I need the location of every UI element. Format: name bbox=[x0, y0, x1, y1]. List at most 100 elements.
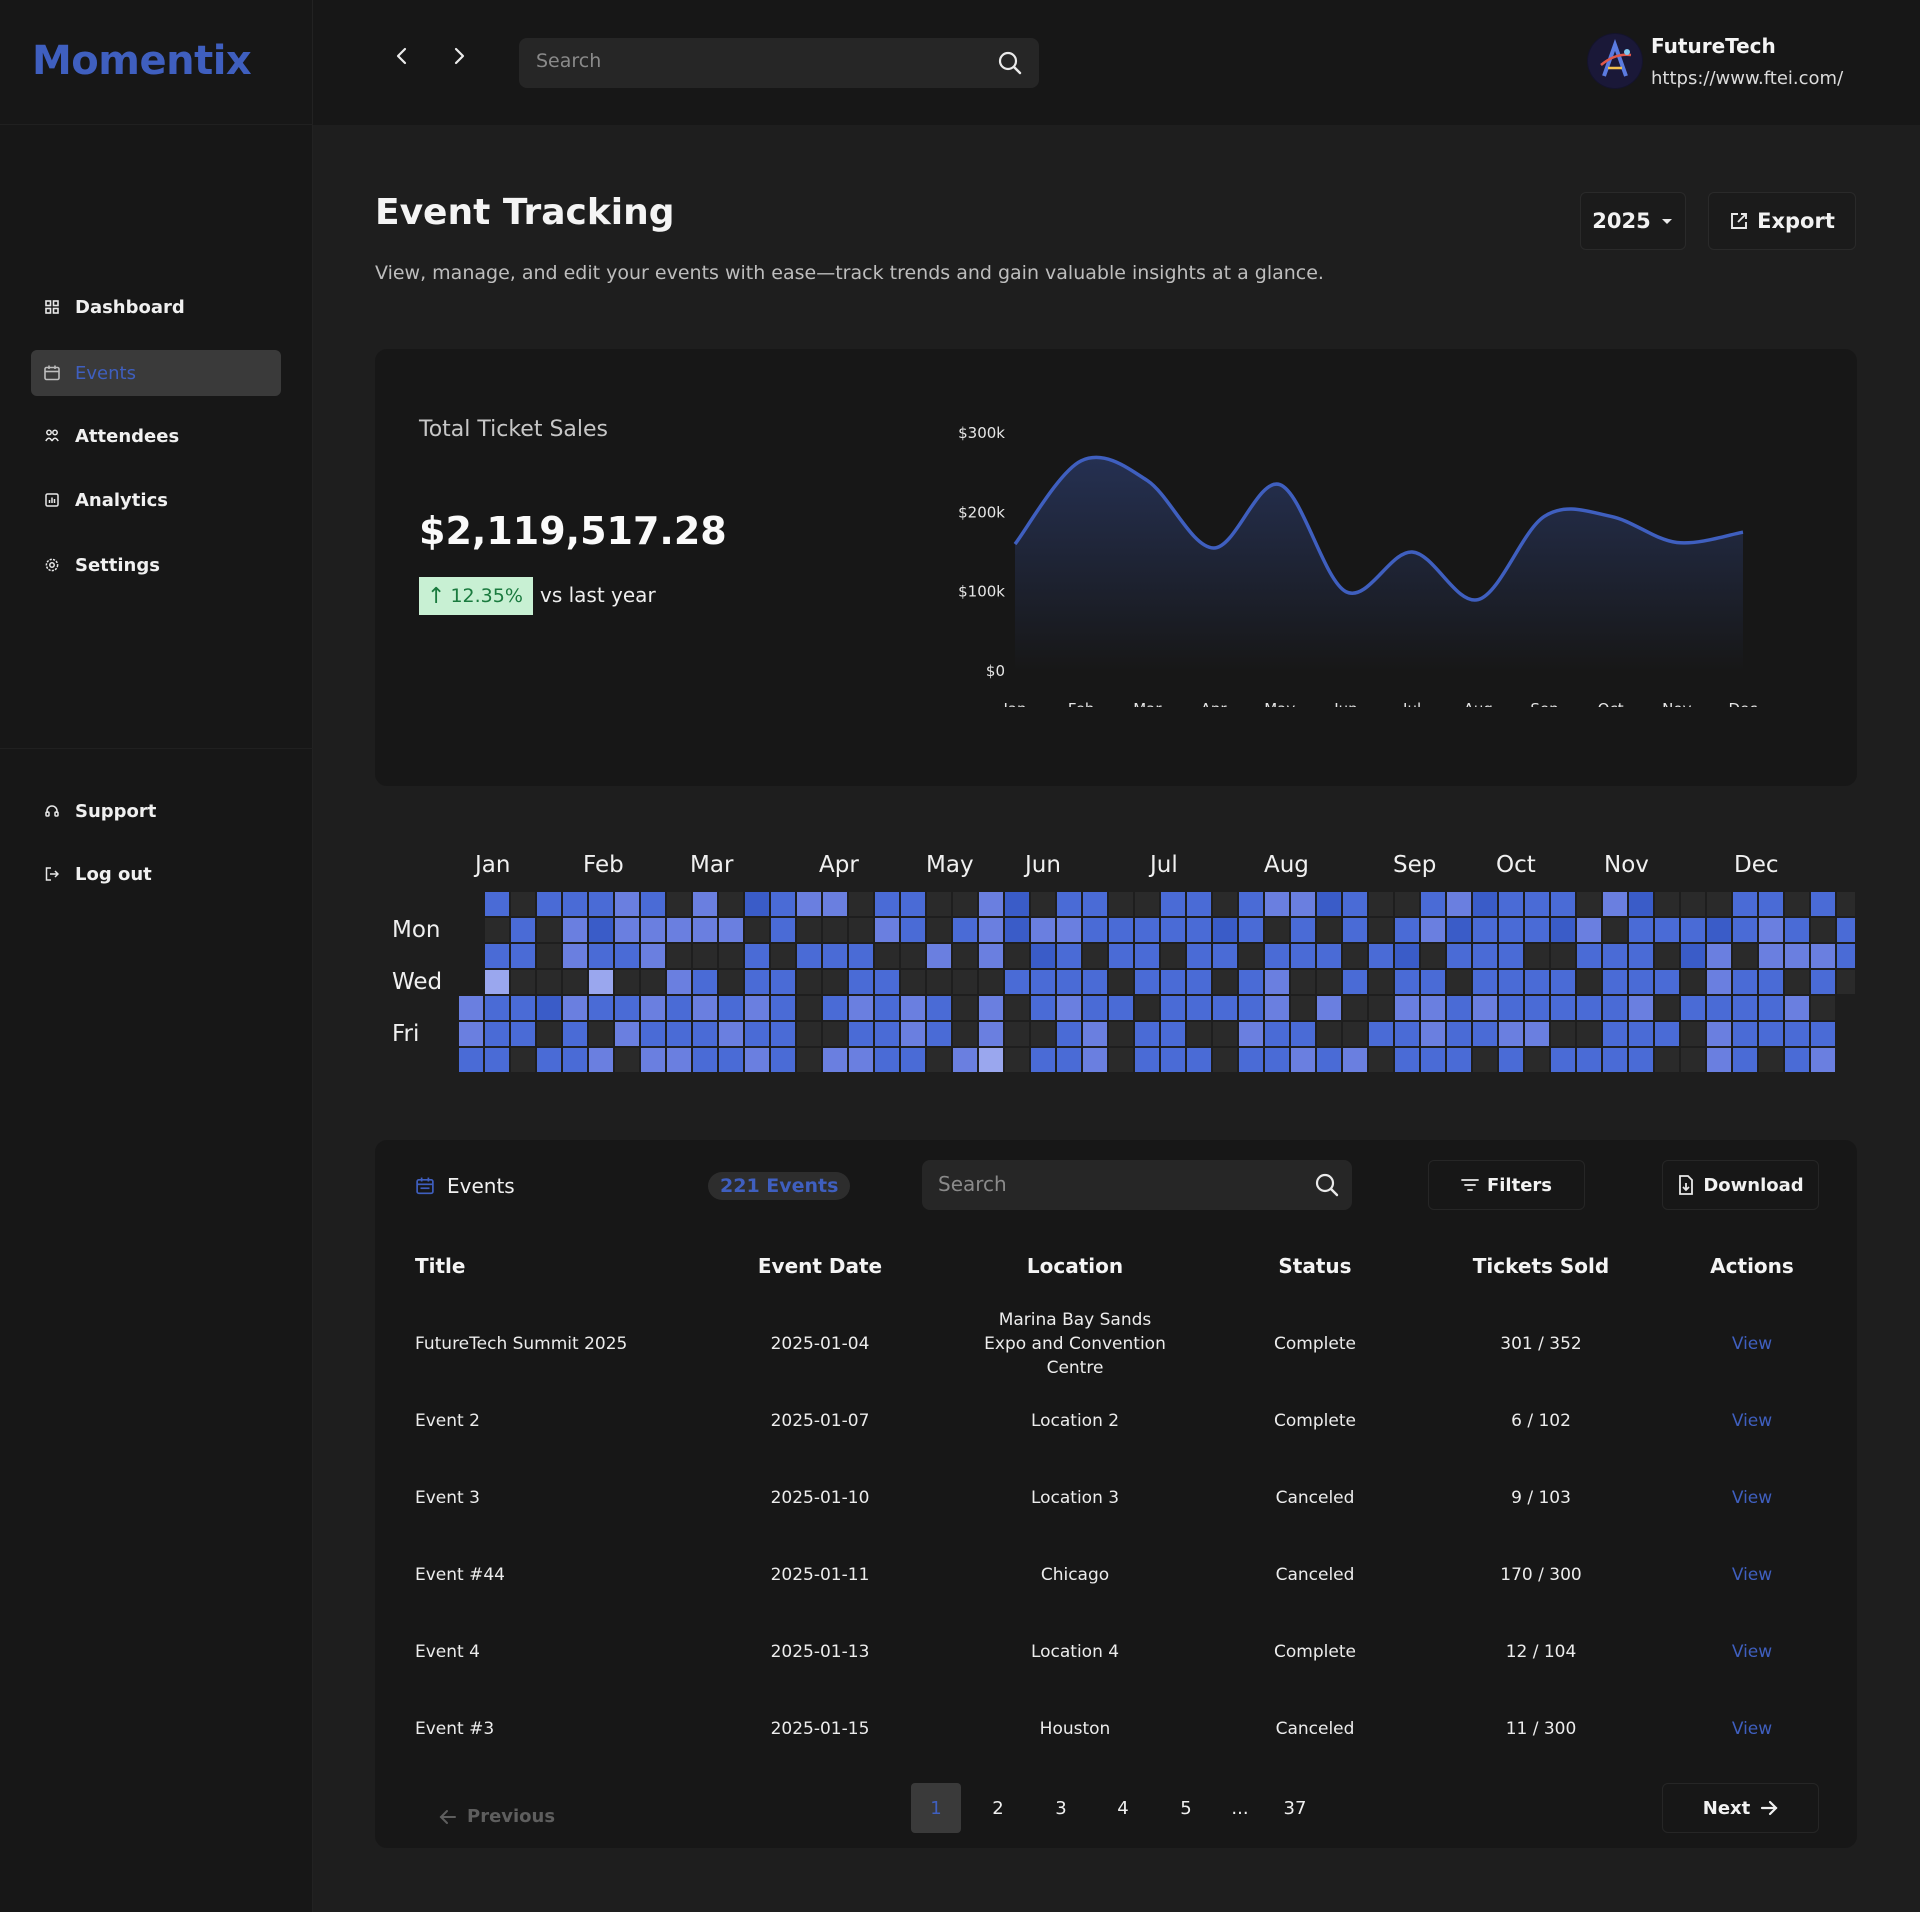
heatmap-cell[interactable] bbox=[1109, 996, 1133, 1020]
heatmap-cell[interactable] bbox=[875, 892, 899, 916]
table-row[interactable]: Event 4 2025-01-13 Location 4 Complete 1… bbox=[375, 1613, 1857, 1690]
heatmap-cell[interactable] bbox=[1057, 970, 1081, 994]
heatmap-cell[interactable] bbox=[979, 970, 1003, 994]
heatmap-cell[interactable] bbox=[1083, 996, 1107, 1020]
heatmap-cell[interactable] bbox=[1317, 1048, 1341, 1072]
heatmap-cell[interactable] bbox=[1603, 996, 1627, 1020]
heatmap-cell[interactable] bbox=[1447, 892, 1471, 916]
view-link[interactable]: View bbox=[1647, 1690, 1857, 1767]
heatmap-cell[interactable] bbox=[1291, 892, 1315, 916]
heatmap-cell[interactable] bbox=[1421, 970, 1445, 994]
heatmap-cell[interactable] bbox=[1083, 918, 1107, 942]
heatmap-cell[interactable] bbox=[1109, 944, 1133, 968]
heatmap-cell[interactable] bbox=[693, 996, 717, 1020]
heatmap-cell[interactable] bbox=[1447, 1048, 1471, 1072]
heatmap-cell[interactable] bbox=[1369, 996, 1393, 1020]
heatmap-cell[interactable] bbox=[953, 1022, 977, 1046]
heatmap-cell[interactable] bbox=[563, 892, 587, 916]
heatmap-cell[interactable] bbox=[693, 944, 717, 968]
heatmap-cell[interactable] bbox=[459, 1048, 483, 1072]
heatmap-cell[interactable] bbox=[1577, 892, 1601, 916]
heatmap-cell[interactable] bbox=[1057, 996, 1081, 1020]
heatmap-cell[interactable] bbox=[1525, 892, 1549, 916]
heatmap-cell[interactable] bbox=[641, 996, 665, 1020]
heatmap-cell[interactable] bbox=[797, 892, 821, 916]
heatmap-cell[interactable] bbox=[1447, 918, 1471, 942]
next-page-button[interactable]: Next bbox=[1662, 1783, 1819, 1833]
heatmap-cell[interactable] bbox=[979, 892, 1003, 916]
heatmap-cell[interactable] bbox=[1239, 996, 1263, 1020]
heatmap-cell[interactable] bbox=[1187, 892, 1211, 916]
heatmap-cell[interactable] bbox=[1733, 892, 1757, 916]
heatmap-cell[interactable] bbox=[953, 1048, 977, 1072]
search-icon[interactable] bbox=[1314, 1172, 1340, 1198]
heatmap-cell[interactable] bbox=[1785, 918, 1809, 942]
heatmap-cell[interactable] bbox=[1551, 996, 1575, 1020]
heatmap-cell[interactable] bbox=[1395, 970, 1419, 994]
heatmap-cell[interactable] bbox=[1473, 1022, 1497, 1046]
heatmap-cell[interactable] bbox=[1343, 892, 1367, 916]
heatmap-cell[interactable] bbox=[797, 918, 821, 942]
heatmap-cell[interactable] bbox=[745, 1022, 769, 1046]
page-number[interactable]: 2 bbox=[973, 1783, 1023, 1833]
heatmap-cell[interactable] bbox=[1161, 996, 1185, 1020]
heatmap-cell[interactable] bbox=[719, 1048, 743, 1072]
heatmap-cell[interactable] bbox=[1395, 1048, 1419, 1072]
heatmap-cell[interactable] bbox=[1655, 996, 1679, 1020]
heatmap-cell[interactable] bbox=[979, 944, 1003, 968]
heatmap-cell[interactable] bbox=[1421, 892, 1445, 916]
heatmap-cell[interactable] bbox=[1759, 1048, 1783, 1072]
heatmap-cell[interactable] bbox=[1681, 970, 1705, 994]
heatmap-cell[interactable] bbox=[1213, 944, 1237, 968]
sidebar-item-dashboard[interactable]: Dashboard bbox=[31, 284, 281, 330]
heatmap-cell[interactable] bbox=[537, 944, 561, 968]
heatmap-cell[interactable] bbox=[1161, 1022, 1185, 1046]
heatmap-cell[interactable] bbox=[1707, 918, 1731, 942]
heatmap-cell[interactable] bbox=[849, 1022, 873, 1046]
heatmap-cell[interactable] bbox=[797, 996, 821, 1020]
heatmap-cell[interactable] bbox=[1291, 996, 1315, 1020]
heatmap-cell[interactable] bbox=[1603, 892, 1627, 916]
heatmap-cell[interactable] bbox=[1421, 1022, 1445, 1046]
heatmap-cell[interactable] bbox=[1655, 944, 1679, 968]
heatmap-cell[interactable] bbox=[667, 1048, 691, 1072]
heatmap-cell[interactable] bbox=[901, 1048, 925, 1072]
heatmap-cell[interactable] bbox=[1577, 1022, 1601, 1046]
heatmap-cell[interactable] bbox=[719, 996, 743, 1020]
heatmap-cell[interactable] bbox=[1421, 918, 1445, 942]
heatmap-cell[interactable] bbox=[1213, 996, 1237, 1020]
heatmap-cell[interactable] bbox=[641, 1022, 665, 1046]
heatmap-cell[interactable] bbox=[1317, 944, 1341, 968]
heatmap-cell[interactable] bbox=[1551, 970, 1575, 994]
heatmap-cell[interactable] bbox=[511, 1048, 535, 1072]
heatmap-cell[interactable] bbox=[1473, 918, 1497, 942]
heatmap-cell[interactable] bbox=[849, 944, 873, 968]
heatmap-cell[interactable] bbox=[511, 944, 535, 968]
heatmap-cell[interactable] bbox=[563, 918, 587, 942]
heatmap-cell[interactable] bbox=[1525, 944, 1549, 968]
heatmap-cell[interactable] bbox=[1031, 944, 1055, 968]
heatmap-cell[interactable] bbox=[1083, 970, 1107, 994]
heatmap-cell[interactable] bbox=[771, 970, 795, 994]
heatmap-cell[interactable] bbox=[1057, 1022, 1081, 1046]
heatmap-cell[interactable] bbox=[745, 944, 769, 968]
heatmap-cell[interactable] bbox=[1395, 944, 1419, 968]
heatmap-cell[interactable] bbox=[1135, 1048, 1159, 1072]
heatmap-cell[interactable] bbox=[875, 970, 899, 994]
heatmap-cell[interactable] bbox=[615, 944, 639, 968]
heatmap-cell[interactable] bbox=[589, 1022, 613, 1046]
heatmap-cell[interactable] bbox=[1395, 1022, 1419, 1046]
column-header-tickets[interactable]: Tickets Sold bbox=[1435, 1227, 1647, 1305]
heatmap-cell[interactable] bbox=[563, 970, 587, 994]
heatmap-cell[interactable] bbox=[1265, 918, 1289, 942]
heatmap-cell[interactable] bbox=[1655, 1022, 1679, 1046]
view-link[interactable]: View bbox=[1647, 1305, 1857, 1382]
page-number[interactable]: 3 bbox=[1036, 1783, 1086, 1833]
heatmap-cell[interactable] bbox=[563, 1022, 587, 1046]
heatmap-cell[interactable] bbox=[1291, 970, 1315, 994]
heatmap-cell[interactable] bbox=[1317, 892, 1341, 916]
heatmap-cell[interactable] bbox=[1551, 892, 1575, 916]
heatmap-cell[interactable] bbox=[1161, 1048, 1185, 1072]
heatmap-cell[interactable] bbox=[485, 996, 509, 1020]
heatmap-cell[interactable] bbox=[537, 996, 561, 1020]
